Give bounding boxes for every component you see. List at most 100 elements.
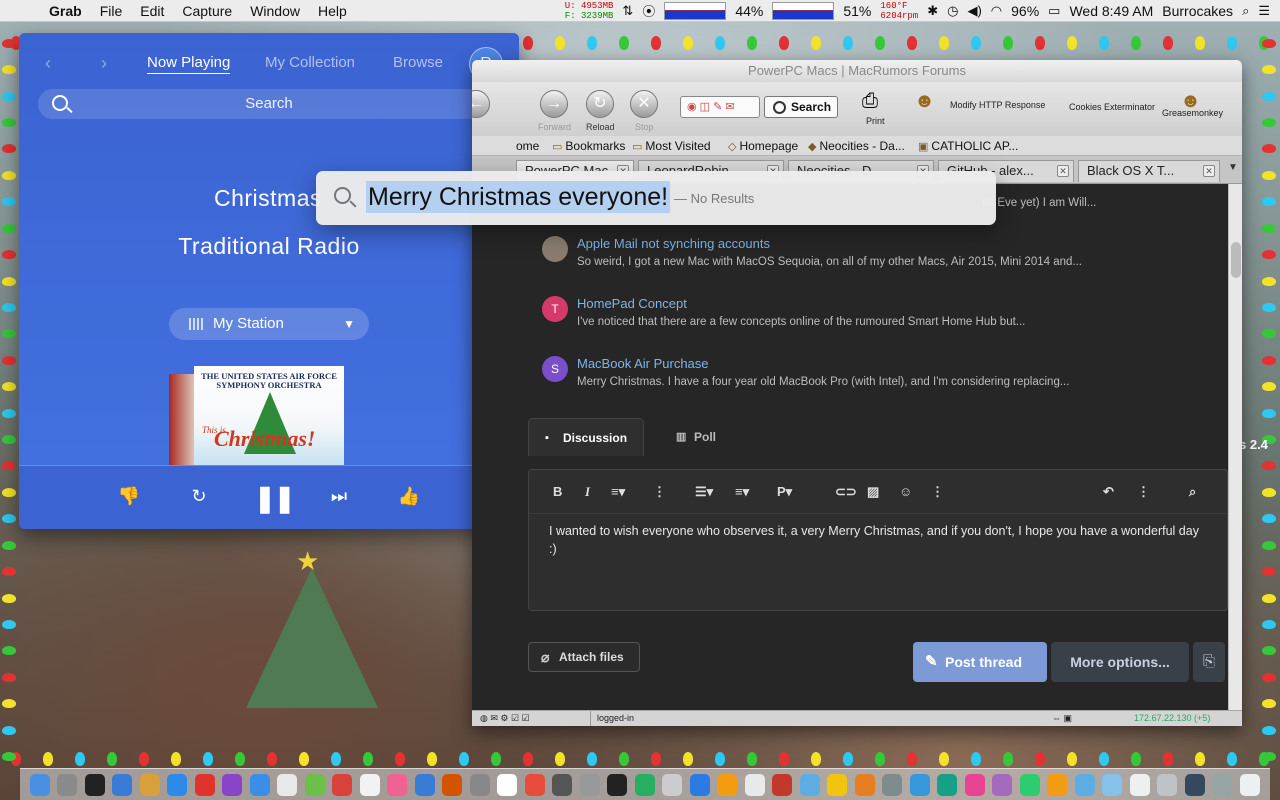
emoji-icon[interactable]: ☺ (899, 484, 912, 499)
dock-app-icon[interactable] (799, 773, 820, 796)
close-icon[interactable]: ✕ (1203, 165, 1215, 177)
bookmark-homepage[interactable]: ◇ Homepage (728, 136, 798, 157)
dock-app-icon[interactable] (1239, 773, 1260, 796)
thumbs-up-icon[interactable]: 👍 (394, 486, 424, 507)
dock-app-icon[interactable] (139, 773, 160, 796)
battery-icon[interactable]: ▭ (1048, 3, 1060, 19)
thread-title[interactable]: MacBook Air Purchase (577, 356, 1069, 371)
align-icon[interactable]: ≡▾ (735, 484, 749, 500)
dock-app-icon[interactable] (937, 773, 958, 796)
dock-app-icon[interactable] (1047, 773, 1068, 796)
dock-app-icon[interactable] (414, 773, 435, 796)
print-label[interactable]: Print (866, 116, 885, 126)
dock-app-icon[interactable] (882, 773, 903, 796)
bookmark-neocities[interactable]: ◆ Neocities - Da... (808, 136, 905, 157)
dock-app-icon[interactable] (524, 773, 545, 796)
battery-percent[interactable]: 96% (1011, 3, 1039, 19)
scrollbar-thumb[interactable] (1231, 242, 1241, 278)
dock-app-icon[interactable] (1184, 773, 1205, 796)
bluetooth-icon[interactable]: ✱ (927, 3, 938, 19)
menu-user[interactable]: Burrocakes (1162, 3, 1233, 19)
dock-app-icon[interactable] (552, 773, 573, 796)
lock-icon[interactable]: ⇔ ▣ (1052, 711, 1072, 726)
close-icon[interactable]: ✕ (1057, 165, 1069, 177)
scrollbar[interactable] (1228, 184, 1242, 710)
dock-app-icon[interactable] (387, 773, 408, 796)
dock-app-icon[interactable] (909, 773, 930, 796)
tab-list-chevron-icon[interactable]: ▼ (1228, 162, 1238, 173)
dock-app-icon[interactable] (717, 773, 738, 796)
dock-app-icon[interactable] (827, 773, 848, 796)
more-options-button[interactable]: More options... (1051, 642, 1189, 682)
tab-browse[interactable]: Browse (393, 54, 443, 71)
menu-help[interactable]: Help (309, 3, 356, 19)
draft-icon[interactable]: ⎘ (1193, 642, 1225, 682)
list-icon[interactable]: ☰▾ (695, 484, 713, 500)
status-icons[interactable]: ◍ ✉ ⚙ ☑ ☑ (480, 711, 530, 726)
attach-files-button[interactable]: Attach files (528, 642, 640, 672)
toolbar-search-button[interactable]: Search (764, 96, 838, 118)
player-search-field[interactable]: Search (38, 89, 500, 119)
bookmark-home[interactable]: ome (516, 136, 539, 156)
menu-file[interactable]: File (91, 3, 132, 19)
thread-item[interactable]: HomePad Concept I've noticed that there … (577, 296, 1025, 328)
dock-app-icon[interactable] (992, 773, 1013, 796)
dock-app-icon[interactable] (222, 773, 243, 796)
dock-app-icon[interactable] (1157, 773, 1178, 796)
undo-icon[interactable]: ↶ (1103, 484, 1114, 500)
pause-icon[interactable]: ❚❚ (254, 483, 296, 514)
volume-icon[interactable]: ◀) (967, 3, 981, 19)
tab-black-osx[interactable]: Black OS X T... ✕ (1078, 160, 1220, 182)
dock-app-icon[interactable] (304, 773, 325, 796)
bookmark-catholic[interactable]: ▣ CATHOLIC AP... (918, 136, 1018, 157)
dock-app-icon[interactable] (277, 773, 298, 796)
dock-app-icon[interactable] (1129, 773, 1150, 796)
menu-edit[interactable]: Edit (131, 3, 173, 19)
dock-app-icon[interactable] (359, 773, 380, 796)
reload-button[interactable]: ↻ (586, 90, 614, 118)
dock-app-icon[interactable] (249, 773, 270, 796)
post-thread-button[interactable]: Post thread (913, 642, 1047, 682)
avatar[interactable]: S (542, 356, 568, 382)
dock-app-icon[interactable] (469, 773, 490, 796)
post-editor[interactable]: B I ≡▾ ⋮ ☰▾ ≡▾ P▾ ⊂⊃ ▨ ☺ ⋮ ↶ ⋮ ⌕ I wante… (528, 469, 1228, 611)
spotlight-input[interactable]: Merry Christmas everyone! (366, 181, 671, 213)
ip-address[interactable]: 172.67.22.130 (+5) (1134, 711, 1210, 726)
more-icon[interactable]: ⋮ (1137, 484, 1150, 500)
tab-poll[interactable]: ▥ Poll (660, 418, 740, 456)
cpu-graph-1[interactable] (664, 1, 727, 20)
spotlight-icon[interactable]: ⌕ (1242, 3, 1249, 19)
stop-button[interactable]: ✕ (630, 90, 658, 118)
back-arrow-icon[interactable]: ‹ (45, 53, 51, 74)
tab-my-collection[interactable]: My Collection (265, 54, 355, 71)
dock-app-icon[interactable] (57, 773, 78, 796)
modify-http-response-label[interactable]: Modify HTTP Response (950, 100, 1045, 110)
dock-app-icon[interactable] (1019, 773, 1040, 796)
notification-center-icon[interactable]: ☰ (1258, 3, 1270, 19)
dock-app-icon[interactable] (167, 773, 188, 796)
dock-app-icon[interactable] (1102, 773, 1123, 796)
time-machine-icon[interactable]: ◷ (947, 3, 958, 19)
album-art[interactable]: THE UNITED STATES AIR FORCE SYMPHONY ORC… (194, 366, 344, 465)
link-icon[interactable]: ⊂⊃ (835, 484, 857, 500)
dock-app-icon[interactable] (29, 773, 50, 796)
dock-app-icon[interactable] (1074, 773, 1095, 796)
dock-app-icon[interactable] (332, 773, 353, 796)
dock-app-icon[interactable] (112, 773, 133, 796)
menu-window[interactable]: Window (241, 3, 309, 19)
dock-app-icon[interactable] (497, 773, 518, 796)
bold-icon[interactable]: B (553, 484, 562, 499)
tab-now-playing[interactable]: Now Playing (147, 54, 231, 74)
dock-app-icon[interactable] (194, 773, 215, 796)
cookies-exterminator-label[interactable]: Cookies Exterminator (1069, 102, 1155, 112)
dock-app-icon[interactable] (744, 773, 765, 796)
bookmark-most-visited[interactable]: ▭ Most Visited (632, 136, 711, 157)
cpu-graph-2[interactable] (772, 1, 835, 20)
editor-text[interactable]: I wanted to wish everyone who observes i… (549, 522, 1209, 558)
menu-app-name[interactable]: Grab (40, 3, 91, 19)
dock-app-icon[interactable] (964, 773, 985, 796)
avatar[interactable] (542, 236, 568, 262)
text-style-icon[interactable]: ≡▾ (611, 484, 625, 500)
dock-app-icon[interactable] (689, 773, 710, 796)
thread-item[interactable]: Apple Mail not synching accounts So weir… (577, 236, 1082, 268)
